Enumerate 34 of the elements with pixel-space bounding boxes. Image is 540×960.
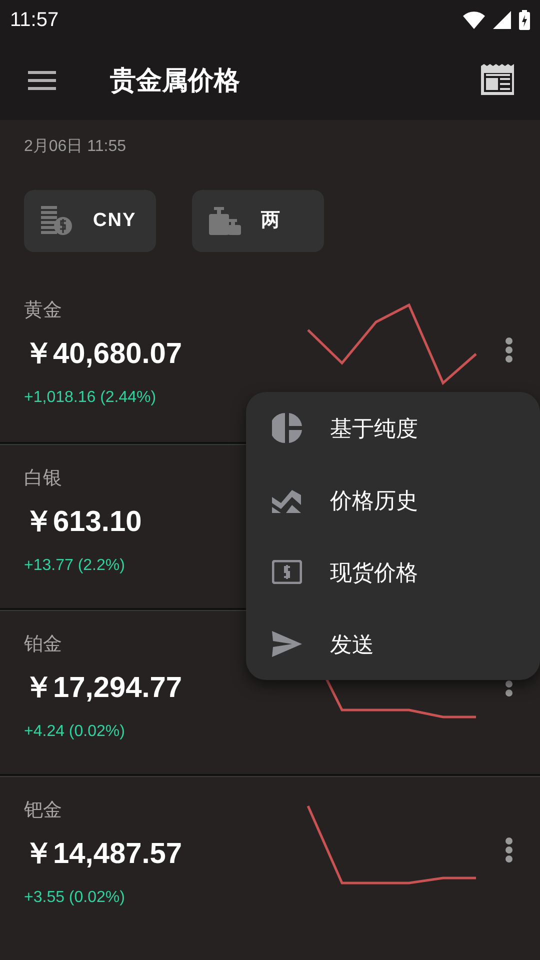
weights-icon	[209, 207, 241, 235]
metal-name: 白银	[24, 467, 62, 491]
menu-item[interactable]: 基于纯度	[246, 392, 540, 464]
newspaper-icon	[480, 64, 516, 96]
wifi-icon	[463, 11, 485, 29]
unit-chip[interactable]: CNY	[24, 190, 156, 252]
battery-icon	[519, 10, 530, 30]
metal-price: ￥17,294.77	[24, 671, 182, 706]
menu-item[interactable]: 价格历史	[246, 464, 540, 536]
metal-price: ￥613.10	[24, 505, 142, 540]
metal-price: ￥40,680.07	[24, 337, 182, 372]
menu-item[interactable]: 现货价格	[246, 536, 540, 608]
chart-icon	[272, 487, 302, 513]
price-change: +4.24 (0.02%)	[24, 722, 125, 742]
status-time: 11:57	[10, 8, 59, 33]
app-title: 贵金属价格	[110, 64, 240, 96]
unit-chip[interactable]: 两	[192, 190, 324, 252]
metal-name: 黄金	[24, 299, 62, 323]
send-icon	[272, 631, 302, 657]
news-button[interactable]	[480, 64, 516, 96]
coins-icon	[41, 206, 73, 236]
metal-name: 铂金	[24, 633, 62, 657]
menu-icon	[28, 70, 56, 90]
update-time: 2月06日 11:55	[24, 138, 126, 155]
pie-chart-icon	[272, 413, 302, 443]
signal-icon	[493, 11, 511, 29]
menu-button[interactable]	[28, 68, 56, 92]
price-change: +13.77 (2.2%)	[24, 556, 125, 576]
metal-name: 钯金	[24, 799, 62, 823]
price-change: +3.55 (0.02%)	[24, 888, 125, 908]
menu-item[interactable]: 发送	[246, 608, 540, 680]
metal-price: ￥14,487.57	[24, 837, 182, 872]
banknote-icon	[272, 560, 302, 584]
price-change: +1,018.16 (2.44%)	[24, 388, 156, 408]
